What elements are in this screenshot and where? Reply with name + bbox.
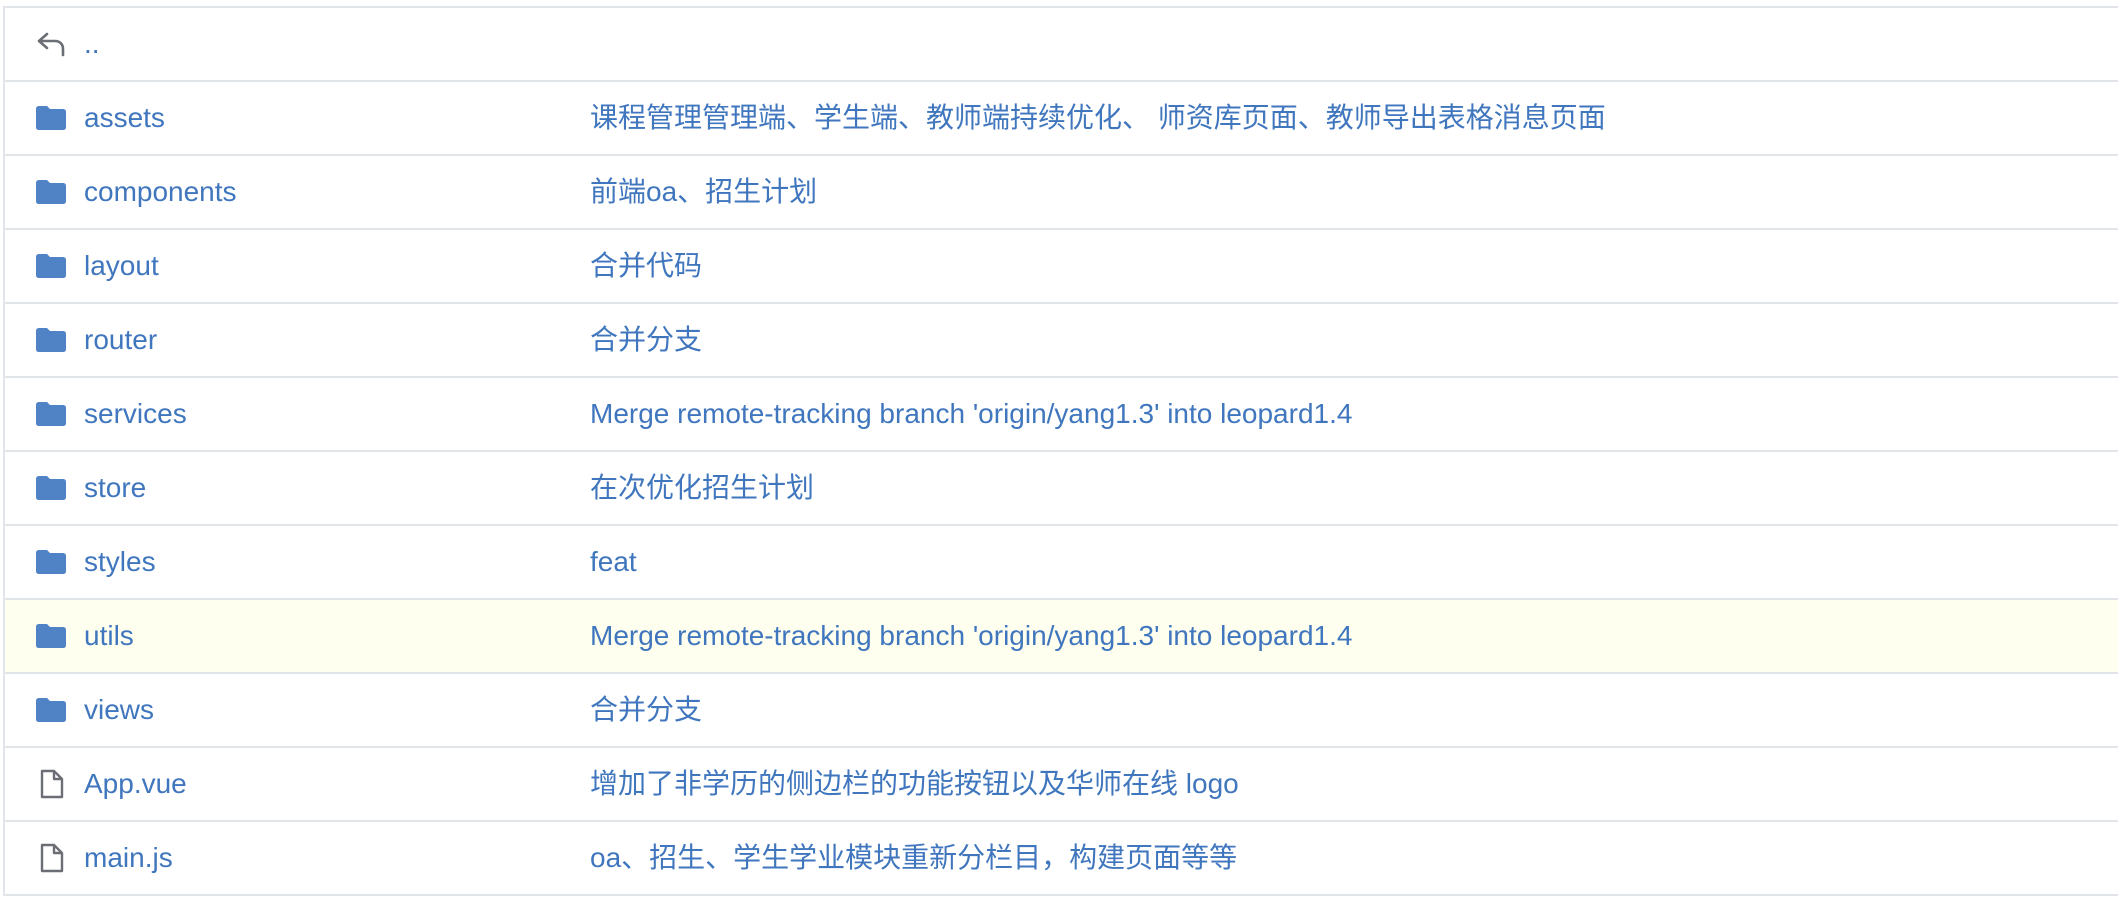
folder-icon xyxy=(33,322,69,358)
file-icon xyxy=(33,766,69,802)
entry-name-link[interactable]: router xyxy=(84,322,157,358)
commit-message-link[interactable]: feat xyxy=(590,544,637,580)
folder-icon xyxy=(33,248,69,284)
folder-icon xyxy=(33,544,69,580)
commit-message-link[interactable]: Merge remote-tracking branch 'origin/yan… xyxy=(590,618,1352,654)
commit-message-link[interactable]: oa、招生、学生学业模块重新分栏目，构建页面等等 xyxy=(590,840,1237,876)
entry-name-link[interactable]: services xyxy=(84,396,187,432)
commit-message-link[interactable]: 合并分支 xyxy=(590,692,702,728)
table-row[interactable]: services Merge remote-tracking branch 'o… xyxy=(5,378,2118,452)
folder-icon xyxy=(33,692,69,728)
table-row[interactable]: utils Merge remote-tracking branch 'orig… xyxy=(5,600,2118,674)
entry-name-link[interactable]: store xyxy=(84,470,146,506)
commit-message-link[interactable]: 增加了非学历的侧边栏的功能按钮以及华师在线 logo xyxy=(590,766,1239,802)
entry-name-link[interactable]: styles xyxy=(84,544,156,580)
table-row[interactable]: router 合并分支 xyxy=(5,304,2118,378)
entry-name-link[interactable]: utils xyxy=(84,618,134,654)
table-row[interactable]: store 在次优化招生计划 xyxy=(5,452,2118,526)
table-row[interactable]: assets 课程管理管理端、学生端、教师端持续优化、 师资库页面、教师导出表格… xyxy=(5,82,2118,156)
entry-name-link[interactable]: assets xyxy=(84,100,165,136)
commit-message-link[interactable]: 前端oa、招生计划 xyxy=(590,174,817,210)
table-row[interactable]: App.vue 增加了非学历的侧边栏的功能按钮以及华师在线 logo xyxy=(5,748,2118,822)
folder-icon xyxy=(33,470,69,506)
file-list: .. assets 课程管理管理端、学生端、教师端持续优化、 师资库页面、教师导… xyxy=(3,6,2118,896)
entry-name-link[interactable]: layout xyxy=(84,248,159,284)
table-row[interactable]: views 合并分支 xyxy=(5,674,2118,748)
commit-message-link[interactable]: 合并代码 xyxy=(590,248,702,284)
file-icon xyxy=(33,840,69,876)
table-row[interactable]: main.js oa、招生、学生学业模块重新分栏目，构建页面等等 xyxy=(5,822,2118,894)
parent-directory-row[interactable]: .. xyxy=(5,8,2118,82)
entry-name-link[interactable]: components xyxy=(84,174,237,210)
entry-name-link[interactable]: App.vue xyxy=(84,766,187,802)
parent-directory-link[interactable]: .. xyxy=(84,26,100,62)
entry-name-link[interactable]: views xyxy=(84,692,154,728)
folder-icon xyxy=(33,396,69,432)
commit-message-link[interactable]: 课程管理管理端、学生端、教师端持续优化、 师资库页面、教师导出表格消息页面 xyxy=(590,100,1606,136)
table-row[interactable]: layout 合并代码 xyxy=(5,230,2118,304)
entry-name-link[interactable]: main.js xyxy=(84,840,173,876)
folder-icon xyxy=(33,174,69,210)
commit-message-link[interactable]: 在次优化招生计划 xyxy=(590,470,814,506)
commit-message-link[interactable]: Merge remote-tracking branch 'origin/yan… xyxy=(590,396,1352,432)
folder-icon xyxy=(33,618,69,654)
commit-message-link[interactable]: 合并分支 xyxy=(590,322,702,358)
folder-icon xyxy=(33,100,69,136)
return-arrow-icon xyxy=(33,26,69,62)
table-row[interactable]: components 前端oa、招生计划 xyxy=(5,156,2118,230)
table-row[interactable]: styles feat xyxy=(5,526,2118,600)
